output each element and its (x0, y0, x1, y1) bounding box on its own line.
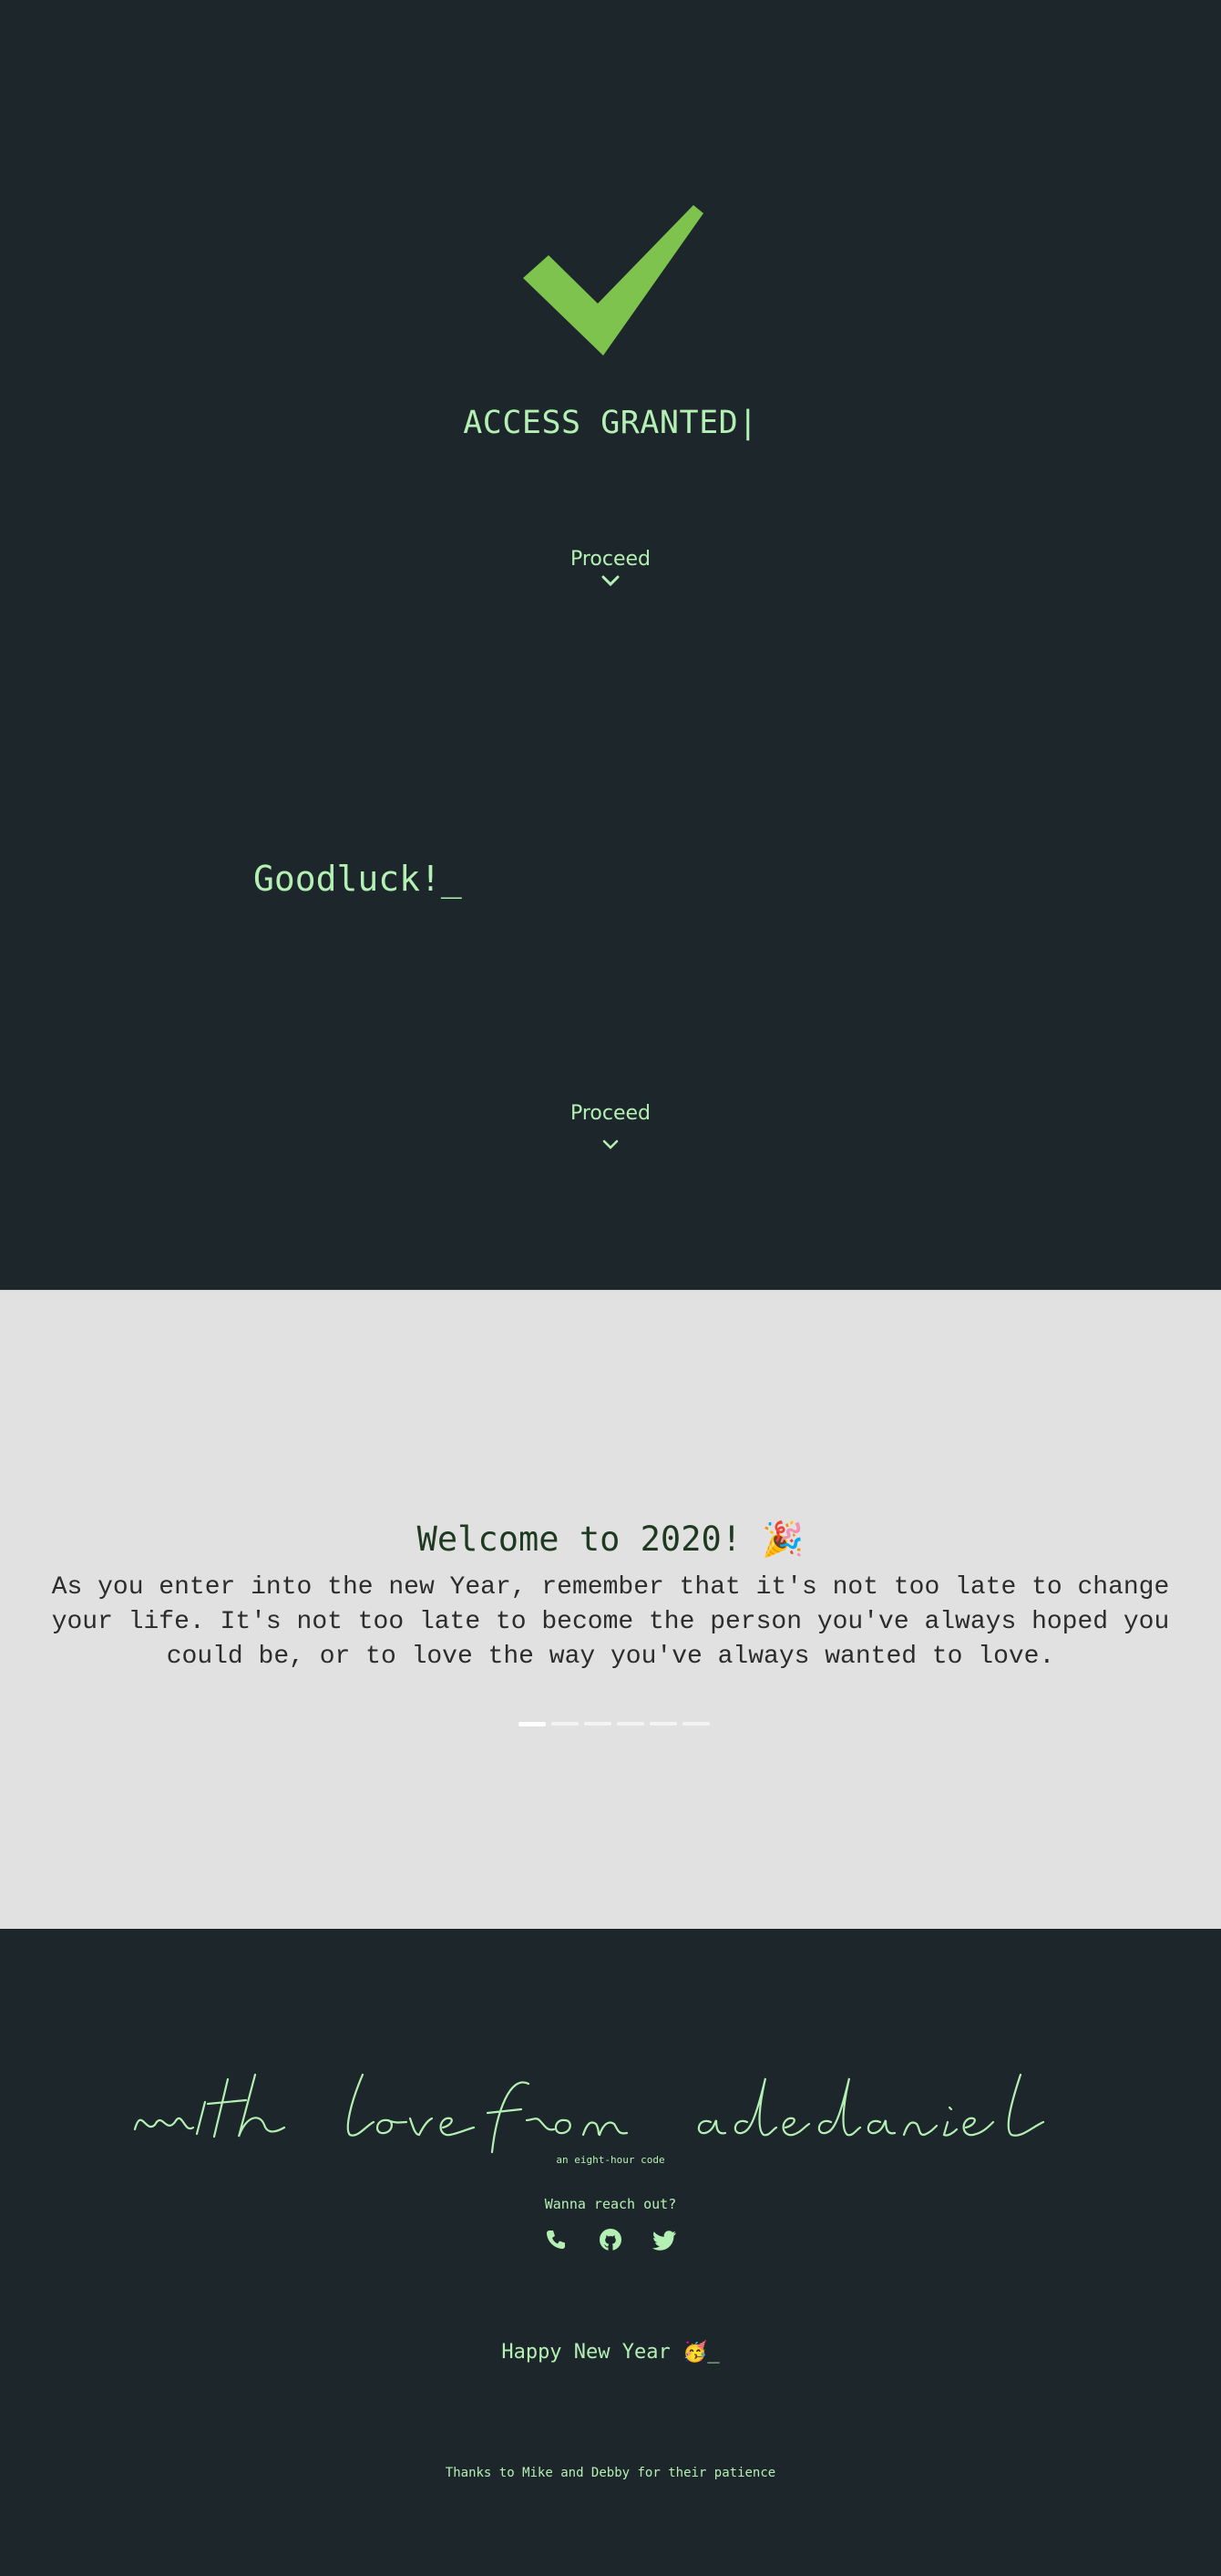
reach-out-label: Wanna reach out? (544, 2196, 677, 2212)
carousel-indicators (518, 1722, 710, 1726)
welcome-slide-section: Welcome to 2020! 🎉 As you enter into the… (0, 1290, 1221, 1929)
carousel-dot[interactable] (551, 1722, 579, 1726)
welcome-title: Welcome to 2020! 🎉 (416, 1520, 805, 1559)
thanks-note: Thanks to Mike and Debby for their patie… (445, 2466, 776, 2480)
proceed-label: Proceed (569, 548, 652, 571)
access-granted-section: ACCESS GRANTED| Proceed (0, 0, 1221, 638)
signature-tagline: an eight-hour code (556, 2154, 665, 2166)
social-links (0, 2227, 1221, 2252)
chevron-down-icon[interactable] (601, 1138, 620, 1150)
github-icon[interactable] (598, 2227, 623, 2252)
goodluck-text: Goodluck!_ (253, 859, 462, 899)
carousel-dot[interactable] (584, 1722, 611, 1726)
footer-section: an eight-hour code Wanna reach out? Happ… (0, 1929, 1221, 2576)
checkmark-icon (523, 201, 705, 360)
proceed-button-2[interactable]: Proceed (0, 1102, 1221, 1150)
carousel-dot[interactable] (682, 1722, 710, 1726)
carousel-dot[interactable] (617, 1722, 644, 1726)
phone-icon[interactable] (543, 2227, 569, 2252)
proceed-label-2: Proceed (569, 1102, 652, 1125)
goodluck-section: Goodluck!_ Proceed (0, 638, 1221, 1290)
happy-new-year-text: Happy New Year 🥳_ (501, 2341, 720, 2364)
signature-logo (128, 2056, 1103, 2157)
access-granted-title: ACCESS GRANTED| (463, 405, 758, 441)
twitter-icon[interactable] (652, 2227, 678, 2252)
welcome-message: As you enter into the new Year, remember… (51, 1573, 1170, 1671)
chevron-down-icon[interactable] (601, 574, 620, 587)
carousel-dot[interactable] (518, 1722, 546, 1726)
carousel-dot[interactable] (650, 1722, 677, 1726)
proceed-button[interactable]: Proceed (0, 548, 1221, 587)
